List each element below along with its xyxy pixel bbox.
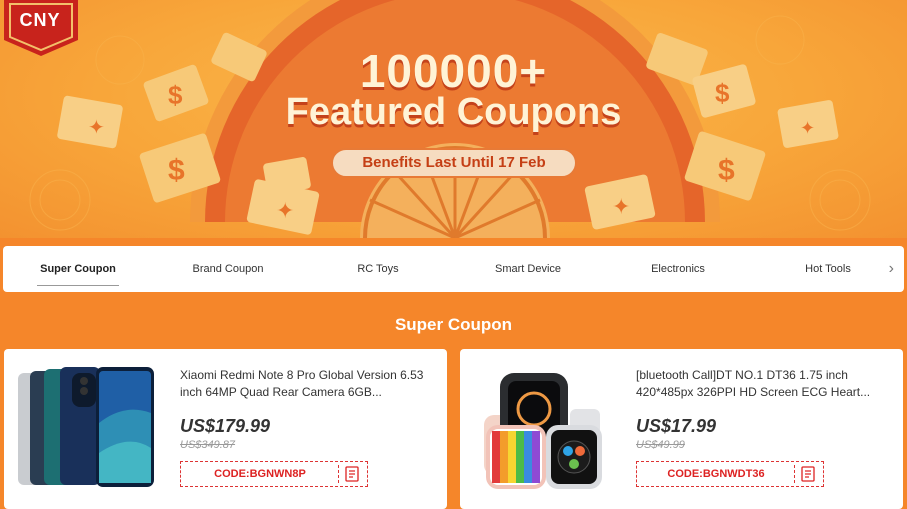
section-title: Super Coupon — [394, 315, 513, 334]
tab-smart-device[interactable]: Smart Device — [465, 246, 591, 292]
category-tabs: Super Coupon Brand Coupon RC Toys Smart … — [3, 246, 904, 292]
banner-title-count: 100000+ — [359, 45, 548, 97]
product-name[interactable]: [bluetooth Call]DT NO.1 DT36 1.75 inch 4… — [636, 367, 886, 401]
product-original-price: US$349.87 — [180, 439, 236, 451]
svg-text:$: $ — [718, 154, 735, 187]
coupon-code: CODE:BGNWN8P — [214, 468, 306, 480]
svg-text:✦: ✦ — [276, 198, 294, 223]
tab-electronics[interactable]: Electronics — [615, 246, 741, 292]
divider — [794, 465, 795, 483]
tab-super-coupon[interactable]: Super Coupon — [15, 246, 141, 292]
coupon-code-button[interactable]: CODE:BGNWDT36 — [636, 461, 824, 487]
copy-icon[interactable] — [345, 466, 359, 482]
cny-badge: CNY — [19, 10, 61, 30]
smartphone-image[interactable] — [14, 363, 160, 493]
coupon-code: CODE:BGNWDT36 — [667, 468, 765, 480]
coupon-code-button[interactable]: CODE:BGNWN8P — [180, 461, 368, 487]
product-price: US$179.99 — [180, 416, 271, 436]
product-name[interactable]: Xiaomi Redmi Note 8 Pro Global Version 6… — [180, 367, 430, 401]
tab-hot-tools[interactable]: Hot Tools — [765, 246, 891, 292]
tab-rc-toys[interactable]: RC Toys — [315, 246, 441, 292]
copy-icon[interactable] — [801, 466, 815, 482]
svg-text:$: $ — [168, 154, 185, 187]
divider — [338, 465, 339, 483]
banner-subtitle: Benefits Last Until 17 Feb — [331, 148, 577, 178]
tab-brand-coupon[interactable]: Brand Coupon — [165, 246, 291, 292]
product-price: US$17.99 — [636, 416, 717, 436]
product-card[interactable]: [bluetooth Call]DT NO.1 DT36 1.75 inch 4… — [460, 349, 903, 509]
smartwatch-image[interactable] — [470, 363, 616, 493]
product-original-price: US$49.99 — [636, 439, 685, 451]
banner-title: Featured Coupons — [285, 91, 622, 133]
svg-text:✦: ✦ — [612, 194, 630, 219]
product-card[interactable]: Xiaomi Redmi Note 8 Pro Global Version 6… — [4, 349, 447, 509]
chevron-right-icon[interactable]: › — [889, 246, 894, 292]
promo-banner: $ ✦ $ ✦ $ ✦ $ ✦ CNY 100000+ Featured Cou… — [0, 0, 907, 238]
